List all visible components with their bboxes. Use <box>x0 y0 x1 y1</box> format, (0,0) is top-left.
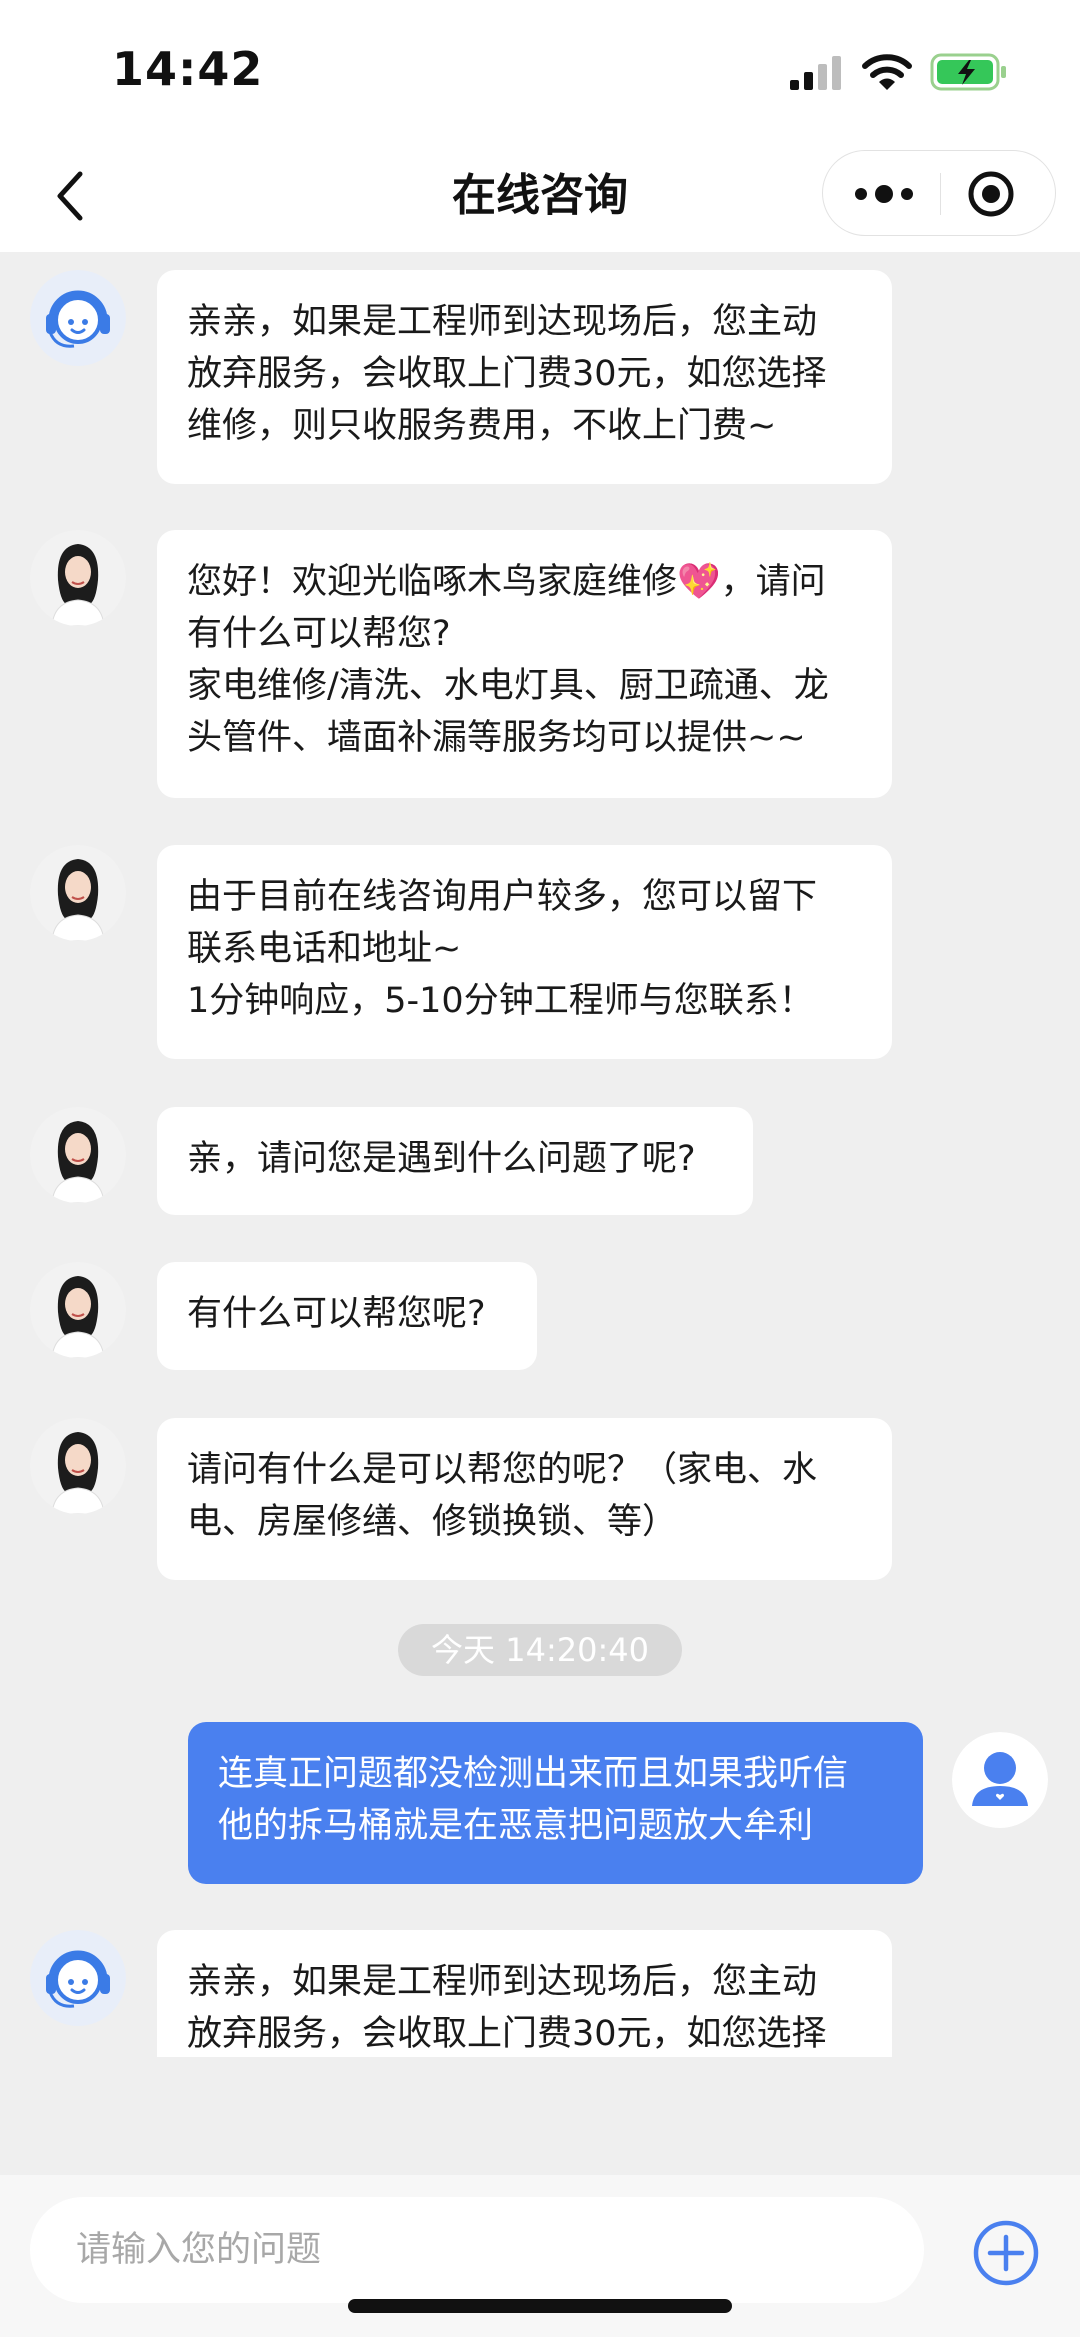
home-indicator <box>348 2299 732 2313</box>
add-icon[interactable] <box>972 2219 1040 2287</box>
mini-program-capsule <box>822 150 1056 236</box>
woman-agent-avatar <box>30 1262 126 1358</box>
message-bubble: 您好！欢迎光临啄木鸟家庭维修💖，请问 有什么可以帮您? 家电维修/清洗、水电灯具… <box>157 530 892 798</box>
woman-agent-avatar <box>30 1418 126 1514</box>
woman-agent-avatar <box>30 530 126 626</box>
capsule-divider <box>940 173 941 215</box>
message-bubble: 有什么可以帮您呢? <box>157 1262 537 1370</box>
message-bubble: 请问有什么是可以帮您的呢？（家电、水 电、房屋修缮、修锁换锁、等） <box>157 1418 892 1580</box>
message-bubble: 亲，请问您是遇到什么问题了呢? <box>157 1107 753 1215</box>
woman-agent-avatar <box>30 845 126 941</box>
cellular-signal-icon <box>790 56 841 90</box>
woman-agent-avatar <box>30 1107 126 1203</box>
close-target-icon[interactable] <box>963 169 1019 219</box>
timestamp-chip: 今天 14:20:40 <box>398 1624 682 1676</box>
battery-charging-icon <box>930 53 1006 91</box>
message-input[interactable]: 请输入您的问题 <box>30 2197 924 2303</box>
message-bubble: 亲亲，如果是工程师到达现场后，您主动 放弃服务，会收取上门费30元，如您选择 维… <box>157 1930 892 2057</box>
chat-message-list[interactable]: 亲亲，如果是工程师到达现场后，您主动 放弃服务，会收取上门费30元，如您选择 维… <box>0 252 1080 2057</box>
message-bubble: 亲亲，如果是工程师到达现场后，您主动 放弃服务，会收取上门费30元，如您选择 维… <box>157 270 892 484</box>
more-icon[interactable] <box>843 169 925 219</box>
message-bubble: 由于目前在线咨询用户较多，您可以留下 联系电话和地址~ 1分钟响应，5-10分钟… <box>157 845 892 1059</box>
user-message-bubble: 连真正问题都没检测出来而且如果我听信 他的拆马桶就是在恶意把问题放大牟利 <box>188 1722 923 1884</box>
wifi-icon <box>862 54 912 90</box>
headset-agent-icon <box>30 1930 126 2026</box>
status-bar: 14:42 <box>0 0 1080 140</box>
headset-agent-icon <box>30 270 126 366</box>
nav-bar: 在线咨询 <box>0 140 1080 252</box>
status-time: 14:42 <box>112 42 264 96</box>
user-avatar-icon <box>952 1732 1048 1828</box>
